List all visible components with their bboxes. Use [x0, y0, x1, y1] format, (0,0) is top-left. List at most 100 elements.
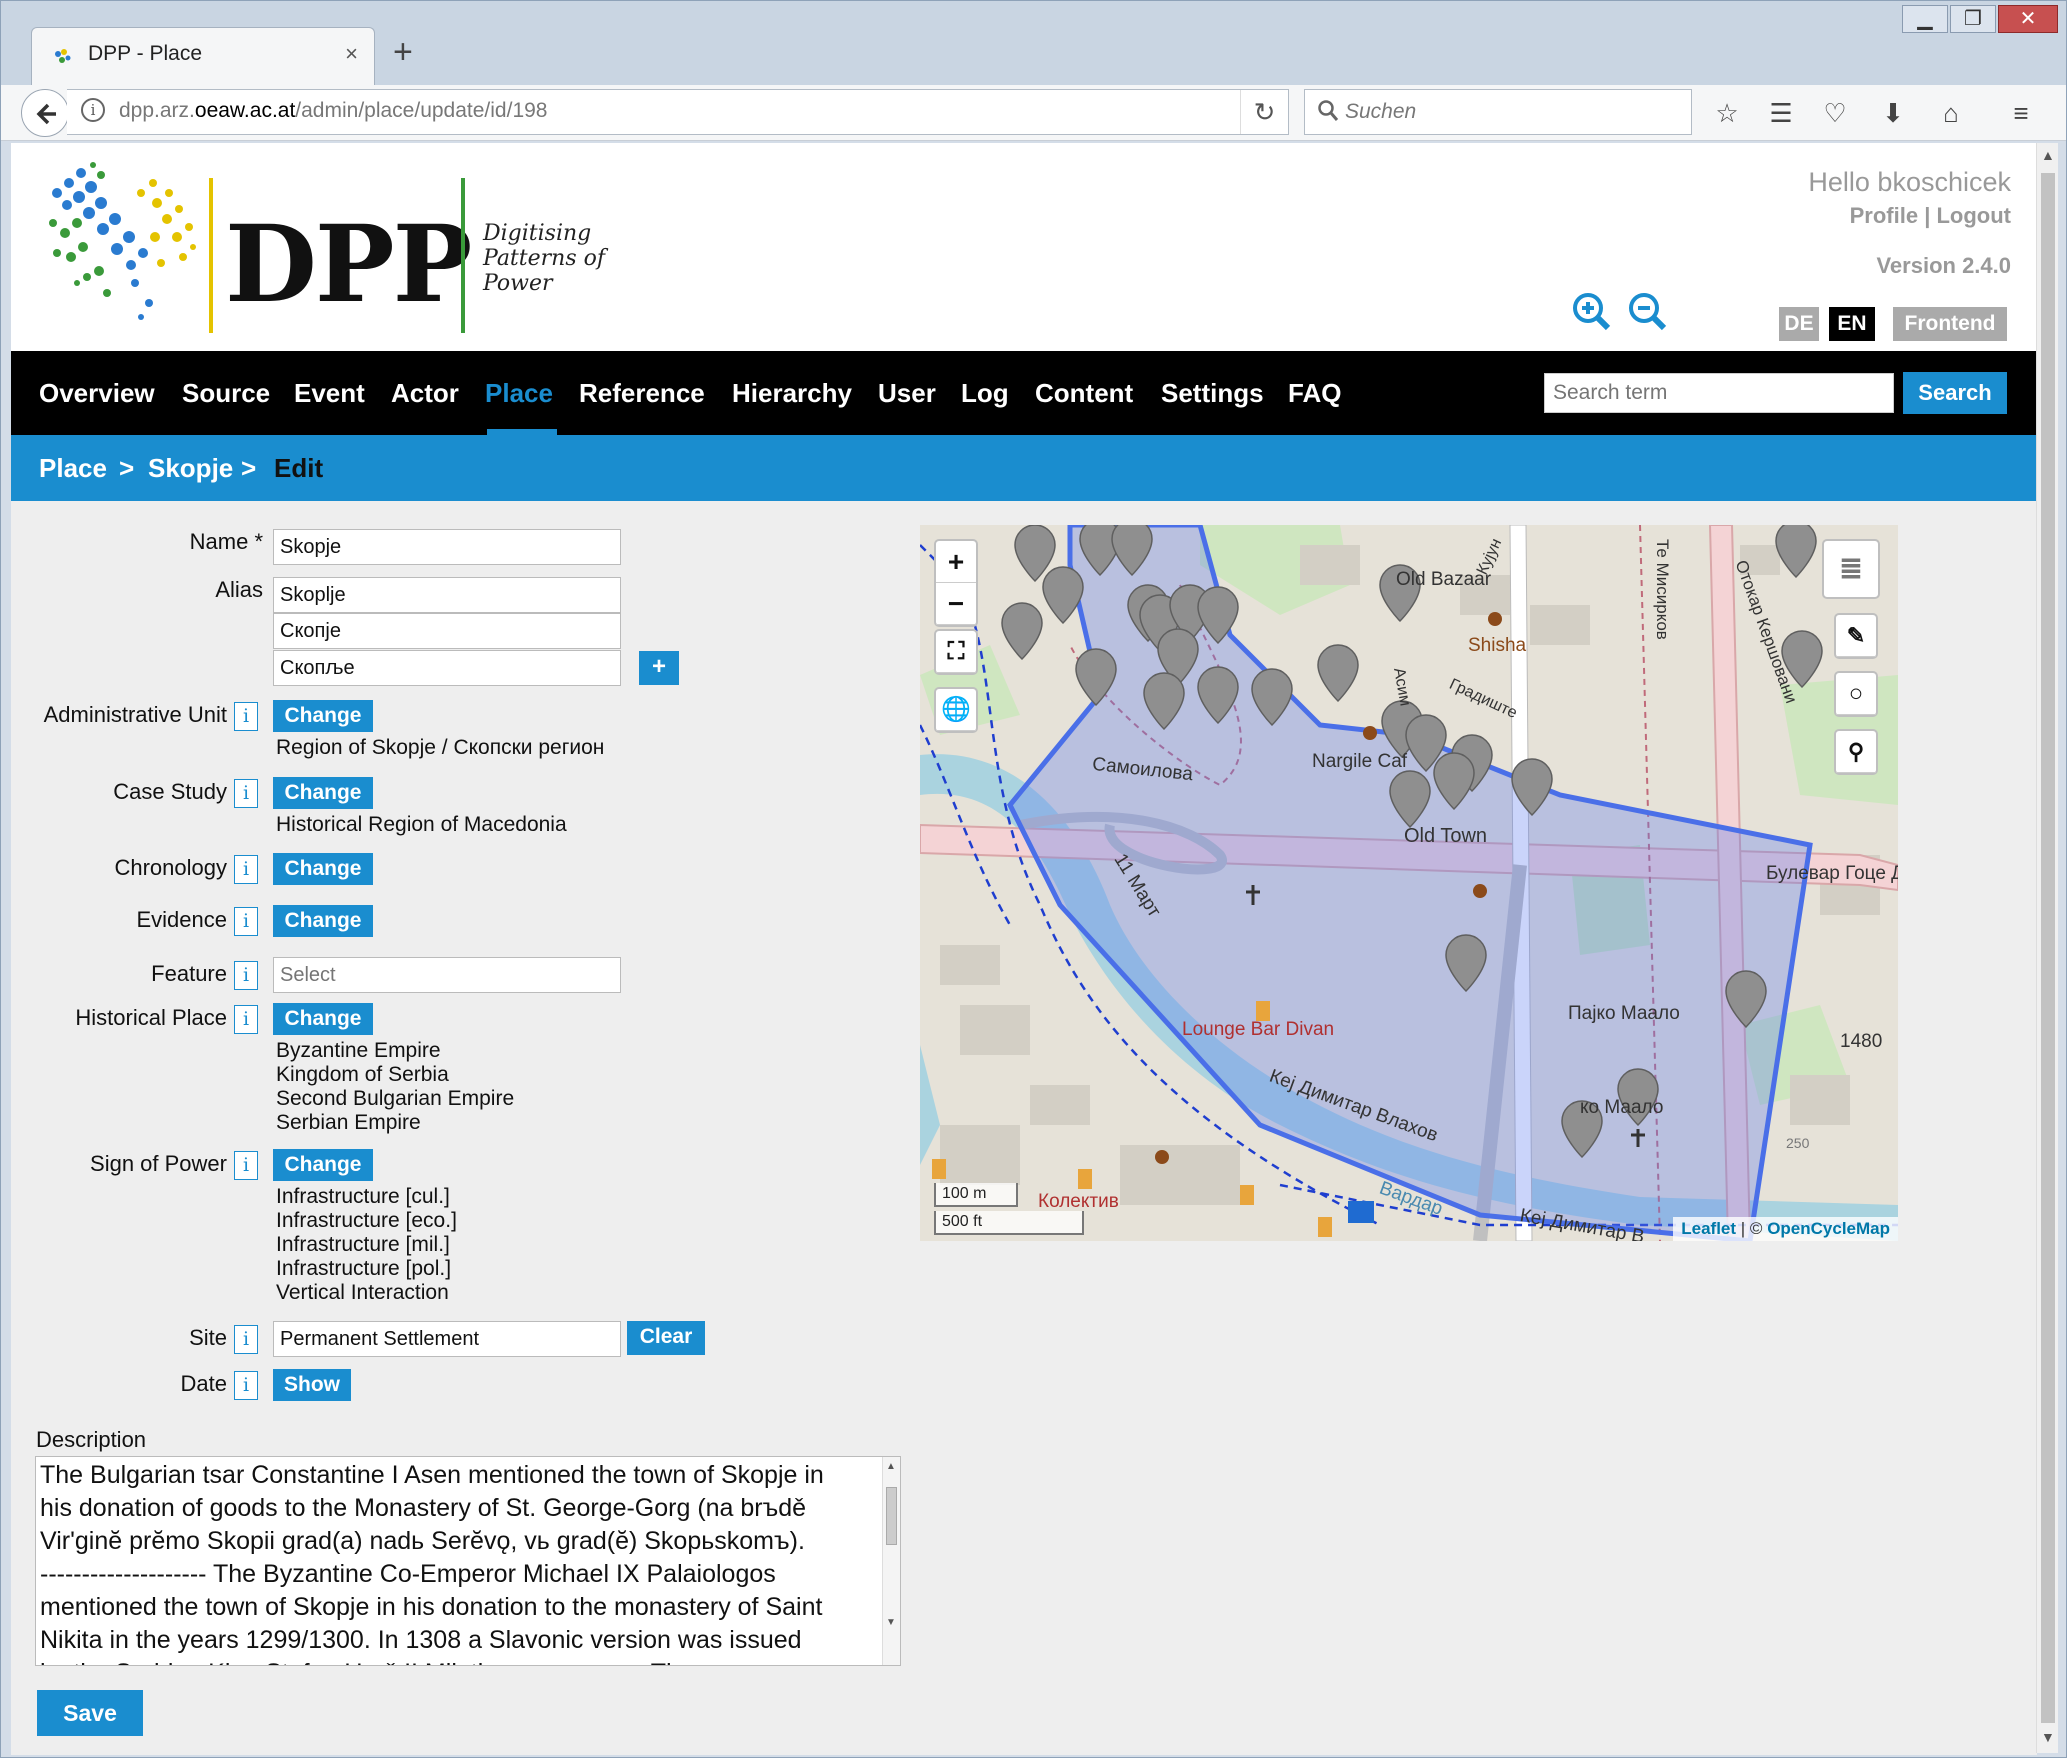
opencyclemap-link[interactable]: OpenCycleMap: [1767, 1219, 1890, 1238]
evidence-change-button[interactable]: Change: [273, 905, 373, 937]
search-icon: [1318, 100, 1339, 121]
site-input[interactable]: [273, 1321, 621, 1357]
chronology-change-button[interactable]: Change: [273, 853, 373, 885]
chronology-info-icon[interactable]: i: [234, 855, 258, 884]
edit-icon[interactable]: ✎: [1836, 615, 1876, 657]
nav-reference[interactable]: Reference: [579, 378, 705, 409]
nav-user[interactable]: User: [878, 378, 936, 409]
feature-select[interactable]: [273, 957, 621, 993]
historical-place-item: Byzantine Empire: [276, 1039, 441, 1062]
admin-unit-change-button[interactable]: Change: [273, 700, 373, 732]
map-zoom-out-button[interactable]: −: [936, 583, 976, 625]
breadcrumb-skopje[interactable]: Skopje: [148, 453, 233, 484]
zoom-out-icon[interactable]: [1627, 291, 1667, 331]
profile-link[interactable]: Profile: [1850, 203, 1918, 228]
site-clear-button[interactable]: Clear: [627, 1321, 705, 1355]
description-scrollbar[interactable]: ▲ ▼: [882, 1457, 900, 1665]
nav-faq[interactable]: FAQ: [1288, 378, 1341, 409]
historical-place-info-icon[interactable]: i: [234, 1005, 258, 1034]
globe-icon[interactable]: 🌐: [936, 689, 976, 731]
nav-place[interactable]: Place: [485, 378, 553, 409]
site-search-button[interactable]: Search: [1903, 372, 2007, 414]
logout-link[interactable]: Logout: [1936, 203, 2011, 228]
scroll-up-icon[interactable]: ▲: [2041, 147, 2055, 163]
alias-input[interactable]: [273, 577, 621, 613]
add-alias-button[interactable]: +: [639, 651, 679, 685]
alias-label: Alias: [215, 577, 263, 602]
evidence-info-icon[interactable]: i: [234, 907, 258, 936]
alias-input[interactable]: [273, 650, 621, 686]
new-tab-button[interactable]: +: [393, 33, 413, 72]
name-label-row: Name *: [11, 529, 263, 559]
sign-of-power-info-icon[interactable]: i: [234, 1151, 258, 1180]
case-study-info-icon[interactable]: i: [234, 779, 258, 808]
nav-actor[interactable]: Actor: [391, 378, 459, 409]
lang-de-button[interactable]: DE: [1779, 307, 1819, 341]
nav-overview[interactable]: Overview: [39, 378, 155, 409]
circle-icon[interactable]: ○: [1836, 673, 1876, 715]
map-label-old-town: Old Town: [1404, 825, 1488, 847]
greeting: Hello bkoschicek: [1808, 167, 2011, 197]
scroll-up-icon[interactable]: ▲: [886, 1461, 896, 1472]
site-search-input[interactable]: [1544, 373, 1894, 413]
maximize-button[interactable]: ❐: [1950, 5, 1996, 33]
map-view[interactable]: Old Bazaar Shisha Nargile Caf Old Town С…: [920, 525, 1898, 1241]
main-navigation: Overview Source Event Actor Place Refere…: [11, 351, 2037, 435]
bookmark-star-icon[interactable]: ☆: [1711, 97, 1743, 129]
feature-info-icon[interactable]: i: [234, 961, 258, 990]
admin-unit-info-icon[interactable]: i: [234, 702, 258, 731]
reading-list-icon[interactable]: ☰: [1765, 97, 1797, 129]
lang-en-button[interactable]: EN: [1829, 307, 1875, 341]
back-button[interactable]: [21, 89, 69, 137]
map-zoom-in-button[interactable]: +: [936, 541, 976, 583]
fullscreen-icon[interactable]: ⛶: [936, 631, 976, 673]
scroll-down-icon[interactable]: ▼: [2041, 1729, 2055, 1745]
sign-of-power-item: Infrastructure [mil.]: [276, 1233, 450, 1256]
sign-of-power-change-button[interactable]: Change: [273, 1149, 373, 1181]
scroll-down-icon[interactable]: ▼: [886, 1617, 896, 1628]
pocket-icon[interactable]: ♡: [1819, 97, 1851, 129]
description-line: -------------------- The Byzantine Co-Em…: [40, 1560, 776, 1588]
frontend-button[interactable]: Frontend: [1893, 307, 2007, 341]
reload-icon[interactable]: ↻: [1240, 90, 1288, 134]
case-study-label-row: Case Study: [11, 779, 263, 809]
layers-icon[interactable]: ≣: [1824, 541, 1878, 597]
save-button[interactable]: Save: [37, 1690, 143, 1736]
user-links: Profile | Logout: [1850, 203, 2011, 229]
home-icon[interactable]: ⌂: [1935, 97, 1967, 129]
site-header: DPP Digitising Patterns of Power Hello b…: [11, 143, 2037, 351]
minimize-button[interactable]: ▁: [1902, 5, 1948, 33]
site-info-icon[interactable]: i: [81, 98, 105, 122]
menu-icon[interactable]: ≡: [2005, 97, 2037, 129]
case-study-change-button[interactable]: Change: [273, 777, 373, 809]
dpp-logo-icon[interactable]: [37, 153, 207, 333]
nav-hierarchy[interactable]: Hierarchy: [732, 378, 852, 409]
nav-source[interactable]: Source: [182, 378, 270, 409]
page-scroll-thumb[interactable]: [2041, 173, 2055, 1723]
logo-title[interactable]: DPP: [225, 201, 472, 326]
nav-event[interactable]: Event: [294, 378, 365, 409]
close-window-button[interactable]: ✕: [1998, 5, 2058, 33]
browser-search-bar[interactable]: Suchen: [1304, 89, 1692, 135]
description-textarea[interactable]: The Bulgarian tsar Constantine I Asen me…: [35, 1456, 901, 1666]
leaflet-link[interactable]: Leaflet: [1681, 1219, 1736, 1238]
address-bar[interactable]: i dpp.arz.oeaw.ac.at/admin/place/update/…: [67, 89, 1289, 135]
tab-close-icon[interactable]: ×: [345, 41, 358, 67]
description-scroll-thumb[interactable]: [886, 1487, 897, 1545]
nav-log[interactable]: Log: [961, 378, 1009, 409]
logo-divider-yellow: [209, 178, 213, 333]
zoom-in-icon[interactable]: [1571, 291, 1611, 331]
date-info-icon[interactable]: i: [234, 1371, 258, 1400]
nav-content[interactable]: Content: [1035, 378, 1133, 409]
download-icon[interactable]: ⬇: [1877, 97, 1909, 129]
date-show-button[interactable]: Show: [273, 1369, 351, 1401]
site-info-icon[interactable]: i: [234, 1325, 258, 1354]
browser-tab[interactable]: DPP - Place ×: [31, 27, 375, 85]
page-scrollbar[interactable]: ▲ ▼: [2036, 143, 2058, 1753]
name-input[interactable]: [273, 529, 621, 565]
breadcrumb-place[interactable]: Place: [39, 453, 107, 484]
alias-input[interactable]: [273, 613, 621, 649]
historical-place-change-button[interactable]: Change: [273, 1003, 373, 1035]
nav-settings[interactable]: Settings: [1161, 378, 1264, 409]
marker-icon[interactable]: ⚲: [1836, 731, 1876, 773]
